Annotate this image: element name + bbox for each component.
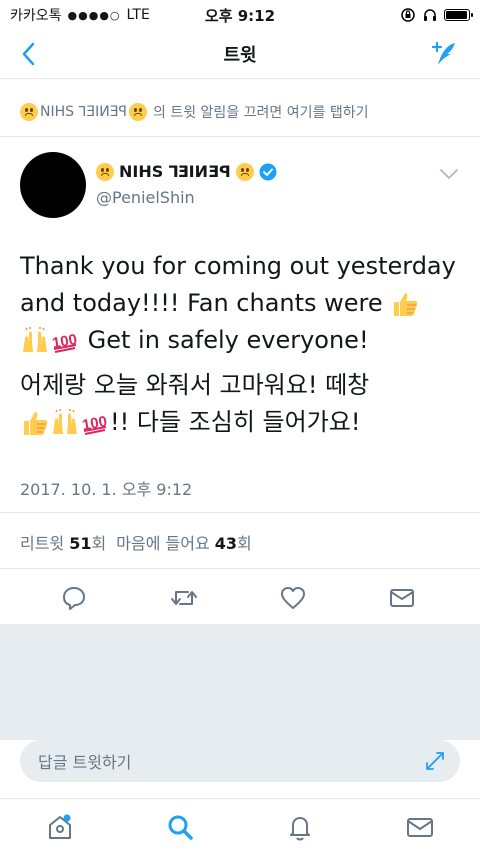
raising-hands-icon — [53, 409, 77, 434]
compose-button[interactable] — [426, 36, 462, 72]
headphones-icon — [424, 9, 436, 21]
thumbs-up-icon — [394, 293, 418, 316]
battery-level — [446, 11, 467, 19]
like-label: 마음에 들어요 — [116, 534, 210, 553]
status-left: 카카오톡 ●●●●○ LTE — [10, 5, 150, 25]
compose-feather-icon — [431, 41, 455, 65]
bottom-tab-bar — [0, 798, 480, 854]
rotation-lock-icon — [401, 8, 415, 22]
raising-hands-icon — [23, 327, 47, 352]
tab-messages[interactable] — [400, 807, 440, 847]
retweet-button[interactable] — [166, 580, 202, 616]
tweet-line: and today!!!! Fan chants were — [20, 289, 383, 317]
network-type: LTE — [126, 7, 150, 23]
reply-input[interactable]: 답글 트윗하기 — [20, 740, 460, 782]
tab-search[interactable] — [160, 807, 200, 847]
expand-icon[interactable] — [424, 750, 446, 772]
tweet-timestamp: 2017. 10. 1. 오후 9:12 — [20, 480, 193, 499]
like-button[interactable] — [275, 580, 311, 616]
heart-icon — [281, 587, 305, 609]
avatar[interactable] — [20, 152, 86, 218]
upside-down-face-icon — [129, 103, 148, 121]
retweet-icon — [171, 591, 197, 605]
tab-notifications[interactable] — [280, 807, 320, 847]
nav-divider — [0, 78, 480, 79]
tab-home[interactable] — [40, 807, 80, 847]
tweet-line: !! 다들 조심히 들어가요! — [110, 408, 361, 436]
like-count: 43 — [214, 534, 238, 553]
banner-text: 의 트윗 알림을 끄려면 여기를 탭하기 — [153, 105, 369, 121]
author-handle[interactable]: @PenielShin — [96, 188, 195, 207]
tweet-line: Get in safely everyone! — [87, 326, 369, 354]
hundred-points-icon: 100 — [51, 331, 78, 353]
mail-icon — [407, 818, 433, 837]
status-right — [400, 7, 473, 23]
verified-badge-icon — [259, 163, 277, 180]
envelope-icon — [390, 589, 414, 607]
upside-down-face-icon — [20, 103, 38, 121]
search-icon — [168, 815, 193, 840]
retweet-count: 51 — [69, 534, 92, 553]
stats-divider — [0, 568, 480, 569]
bell-icon — [290, 817, 310, 841]
like-unit: 회 — [237, 534, 252, 553]
upside-down-face-icon — [235, 162, 254, 181]
reply-button[interactable] — [56, 580, 92, 616]
tweet-paragraph-ko: 어제랑 오늘 와줘서 고마워요! 떼창 100!! 다들 조심히 들어가요! — [20, 367, 460, 441]
nav-bar: 트윗 — [0, 30, 480, 78]
reply-placeholder: 답글 트윗하기 — [38, 753, 132, 772]
thumbs-up-icon — [24, 412, 48, 435]
timestamp-divider — [0, 512, 480, 513]
banner-divider — [0, 136, 480, 137]
tweet-line: 어제랑 오늘 와줘서 고마워요! 떼창 — [20, 371, 370, 399]
reply-bar: 답글 트윗하기 — [0, 740, 480, 798]
retweet-label: 리트윗 — [20, 534, 65, 553]
tweet-text: Thank you for coming out yesterday and t… — [20, 248, 460, 449]
author-name-row[interactable]: NIHS ꓶƎIИƎꟼ — [96, 162, 277, 181]
tweet-line: Thank you for coming out yesterday — [20, 252, 456, 280]
empty-reply-area — [0, 624, 480, 740]
signal-strength: ●●●●○ — [67, 8, 121, 22]
banner-name: NIHS ꓶƎIИƎꟼ — [40, 104, 128, 120]
tweet-author: NIHS ꓶƎIИƎꟼ @PenielShin — [20, 152, 460, 222]
tweet-paragraph-en: Thank you for coming out yesterday and t… — [20, 248, 460, 359]
hundred-points-icon: 100 — [81, 413, 108, 435]
upside-down-face-icon — [96, 162, 114, 181]
page-title: 트윗 — [223, 45, 257, 66]
notification-banner[interactable]: NIHS ꓶƎIИƎꟼ 의 트윗 알림을 끄려면 여기를 탭하기 — [0, 96, 480, 128]
chevron-left-icon — [22, 42, 35, 66]
carrier-label: 카카오톡 — [10, 8, 62, 24]
reply-icon — [63, 587, 85, 610]
tweet-actions — [0, 580, 480, 616]
dm-button[interactable] — [384, 580, 420, 616]
author-display-name: NIHS ꓶƎIИƎꟼ — [119, 162, 231, 181]
back-button[interactable] — [12, 38, 44, 70]
chevron-down-icon[interactable] — [438, 166, 460, 182]
battery-icon — [444, 9, 473, 21]
retweet-unit: 회 — [91, 534, 107, 553]
home-icon — [49, 814, 71, 839]
tweet-stats: 리트윗 51회 마음에 들어요 43회 — [20, 530, 252, 554]
like-stat[interactable]: 마음에 들어요 43회 — [116, 530, 252, 554]
retweet-stat[interactable]: 리트윗 51회 — [20, 530, 106, 554]
status-bar: 카카오톡 ●●●●○ LTE 오후 9:12 — [0, 0, 480, 30]
